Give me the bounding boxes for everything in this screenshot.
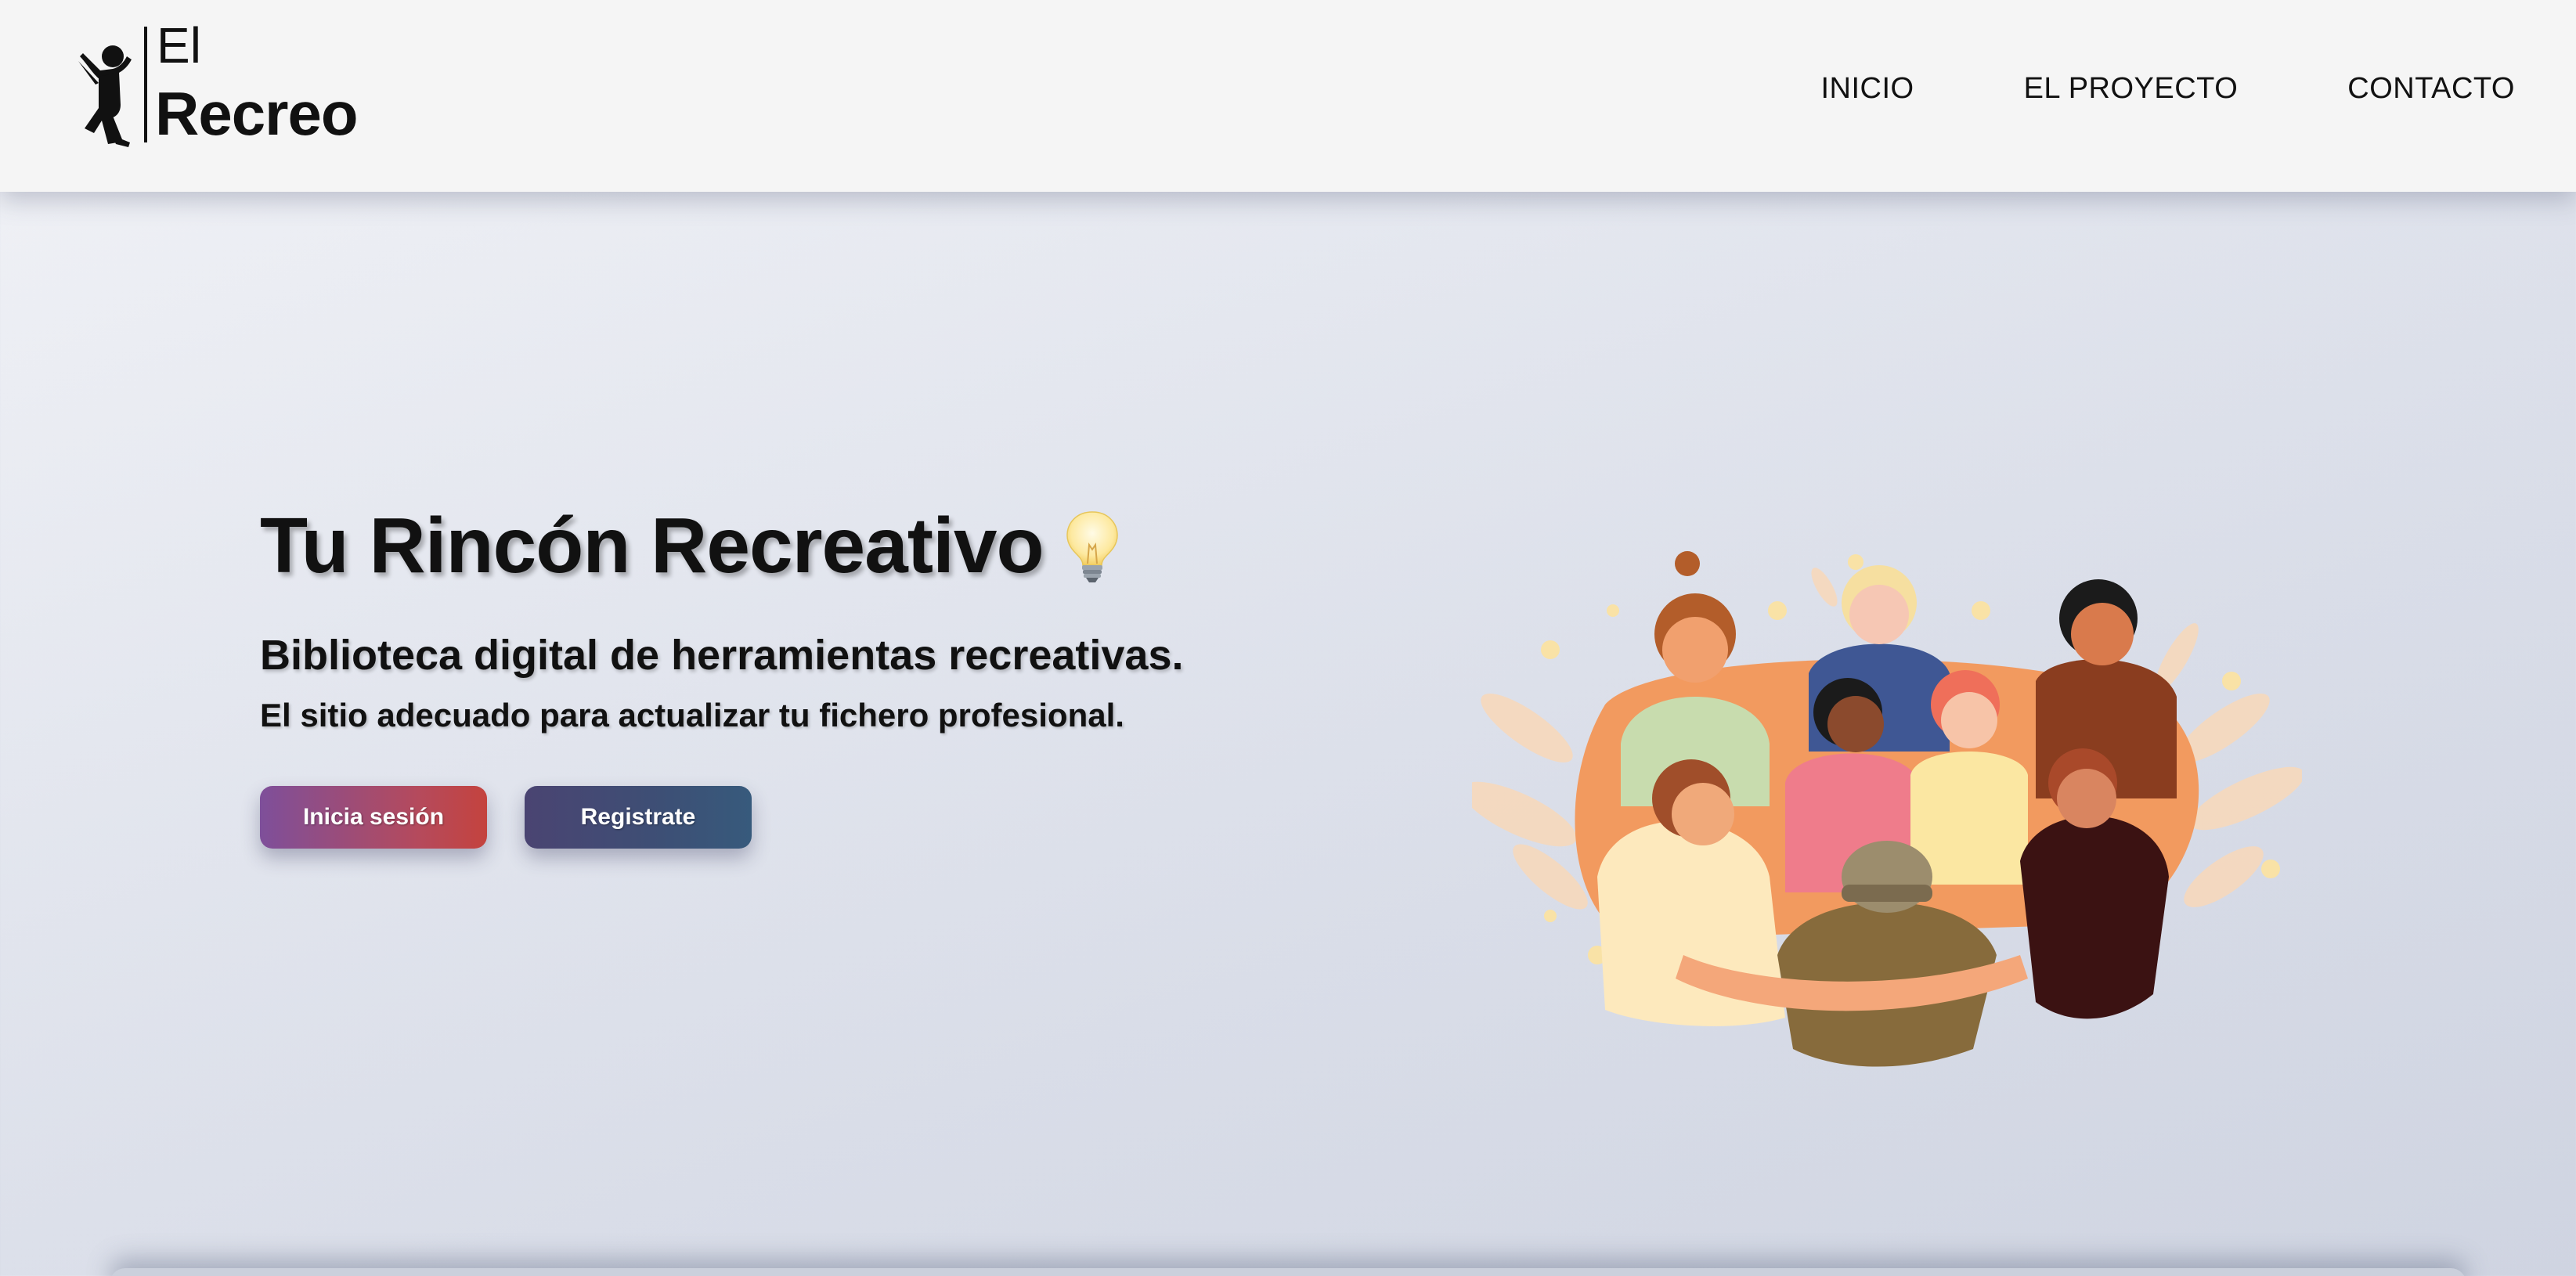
nav-inicio[interactable]: INICIO [1820,72,1914,106]
group-hug-illustration [1472,551,2302,1067]
site-logo[interactable]: El Recreo [72,17,358,149]
hero-title: Tu Rincón Recreativo [260,501,1120,591]
hero-subtitle: Biblioteca digital de herramientas recre… [260,632,1184,679]
nav-el-proyecto[interactable]: EL PROYECTO [2024,72,2239,106]
logo-divider [144,27,147,142]
content-section-edge [110,1268,2466,1276]
nav-contacto[interactable]: CONTACTO [2347,72,2515,106]
hero-description: El sitio adecuado para actualizar tu fic… [260,697,1124,734]
hero-title-text: Tu Rincón Recreativo [260,502,1044,589]
logo-text-line2: Recreo [155,79,358,148]
site-header: El Recreo INICIO EL PROYECTO CONTACTO [0,0,2576,192]
register-button[interactable]: Registrate [525,786,752,849]
login-button[interactable]: Inicia sesión [260,786,487,849]
jumping-child-icon [78,45,132,147]
lightbulb-icon [1066,510,1118,582]
main-nav: INICIO EL PROYECTO CONTACTO [1820,72,2515,106]
logo-text-line1: El [157,17,201,74]
